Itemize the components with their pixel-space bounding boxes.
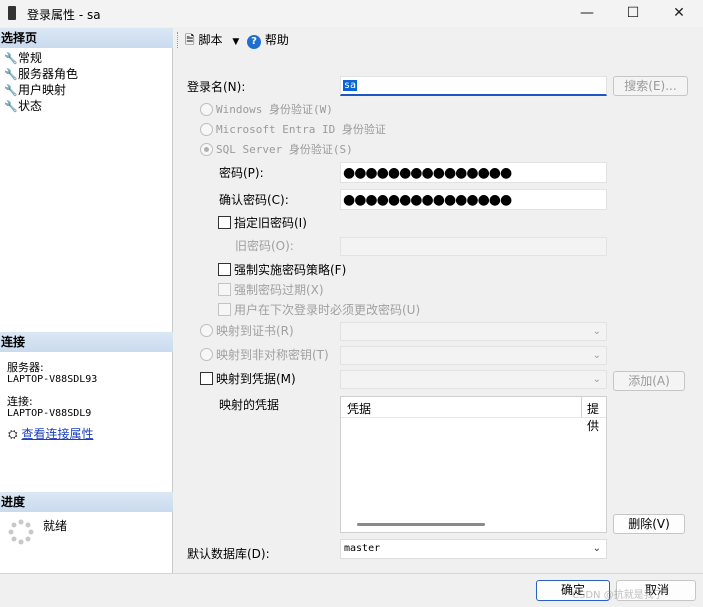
grid-header: 凭据 提供 <box>341 397 606 433</box>
connection-properties-icon: ⛭ <box>8 427 18 441</box>
mapped-credentials-label: 映射的凭据 <box>219 398 280 412</box>
sql-auth-label: SQL Server 身份验证(S) <box>216 143 353 156</box>
enforce-expiration-label: 强制密码过期(X) <box>234 283 324 297</box>
default-database-label: 默认数据库(D): <box>187 547 270 561</box>
chevron-down-icon: ⌄ <box>592 374 601 385</box>
title-bar: 登录属性 - sa — ☐ ✕ <box>0 0 703 27</box>
view-connection-properties[interactable]: ⛭ 查看连接属性 <box>8 428 93 440</box>
search-button[interactable]: 搜索(E)... <box>613 76 688 96</box>
windows-auth-radio[interactable] <box>200 103 213 116</box>
confirm-password-label: 确认密码(C): <box>219 193 289 207</box>
old-password-input[interactable] <box>340 237 607 256</box>
server-value: LAPTOP-V88SDL93 <box>7 374 98 385</box>
map-certificate-radio[interactable] <box>200 324 213 337</box>
entra-auth-label: Microsoft Entra ID 身份验证 <box>216 123 386 136</box>
progress-spinner-icon <box>8 519 34 545</box>
windows-auth-label: Windows 身份验证(W) <box>216 103 333 116</box>
wrench-icon: 🔧 <box>4 84 18 97</box>
toolbar: 🗎 脚本 ▼ ? 帮助 <box>173 28 703 52</box>
wrench-icon: 🔧 <box>4 68 18 81</box>
page-item-user-mapping[interactable]: 🔧用户映射 <box>4 82 66 98</box>
specify-old-password-label: 指定旧密码(I) <box>234 216 307 230</box>
help-button[interactable]: ? 帮助 <box>247 32 289 49</box>
column-divider <box>581 397 582 417</box>
connection-heading: 连接 <box>0 332 173 352</box>
map-asymmetric-key-radio[interactable] <box>200 348 213 361</box>
confirm-password-value: ●●●●●●●●●●●●●●● <box>343 192 512 208</box>
credential-select[interactable]: ⌄ <box>340 370 607 389</box>
enforce-policy-checkbox[interactable] <box>218 263 231 276</box>
column-header-credential[interactable]: 凭据 <box>347 400 371 417</box>
page-item-label: 服务器角色 <box>18 67 79 81</box>
must-change-checkbox[interactable] <box>218 303 231 316</box>
page-item-server-roles[interactable]: 🔧服务器角色 <box>4 66 78 82</box>
toolbar-grip <box>177 32 181 48</box>
page-item-status[interactable]: 🔧状态 <box>4 98 42 114</box>
help-icon: ? <box>247 35 261 49</box>
delete-credential-button[interactable]: 删除(V) <box>613 514 685 534</box>
login-name-label: 登录名(N): <box>187 80 246 94</box>
page-item-label: 常规 <box>18 51 43 65</box>
map-credential-checkbox[interactable] <box>200 372 213 385</box>
progress-status: 就绪 <box>43 519 68 533</box>
mapped-credentials-grid[interactable]: 凭据 提供 <box>340 396 607 533</box>
default-database-value: master <box>344 543 381 554</box>
map-certificate-label: 映射到证书(R) <box>216 324 294 338</box>
wrench-icon: 🔧 <box>4 100 18 113</box>
asymmetric-key-select[interactable]: ⌄ <box>340 346 607 365</box>
login-name-value: sa <box>343 80 358 91</box>
enforce-expiration-checkbox[interactable] <box>218 283 231 296</box>
select-page-heading: 选择页 <box>0 28 173 48</box>
password-label: 密码(P): <box>219 166 264 180</box>
watermark: CSDN @抗就是我了 <box>572 590 664 601</box>
close-button[interactable]: ✕ <box>656 0 702 27</box>
chevron-down-icon: ⌄ <box>592 543 601 554</box>
maximize-button[interactable]: ☐ <box>610 0 656 27</box>
wrench-icon: 🔧 <box>4 52 18 65</box>
page-item-label: 用户映射 <box>18 83 67 97</box>
add-credential-button[interactable]: 添加(A) <box>613 371 685 391</box>
horizontal-scrollbar[interactable] <box>357 523 485 526</box>
footer-divider <box>0 573 703 574</box>
specify-old-password-checkbox[interactable] <box>218 216 231 229</box>
confirm-password-input[interactable]: ●●●●●●●●●●●●●●● <box>340 189 607 210</box>
view-connection-link[interactable]: 查看连接属性 <box>21 427 93 441</box>
enforce-policy-label: 强制实施密码策略(F) <box>234 263 347 277</box>
progress-heading: 进度 <box>0 492 173 512</box>
login-name-input[interactable]: sa <box>340 76 607 96</box>
help-label: 帮助 <box>264 33 289 47</box>
minimize-button[interactable]: — <box>564 0 610 27</box>
certificate-select[interactable]: ⌄ <box>340 322 607 341</box>
script-label: 脚本 <box>198 33 223 47</box>
chevron-down-icon: ⌄ <box>592 350 601 361</box>
default-database-select[interactable]: master ⌄ <box>340 539 607 559</box>
password-value: ●●●●●●●●●●●●●●● <box>343 165 512 181</box>
must-change-label: 用户在下次登录时必须更改密码(U) <box>234 303 421 317</box>
entra-auth-radio[interactable] <box>200 123 213 136</box>
script-button[interactable]: 🗎 脚本 ▼ <box>185 32 239 48</box>
chevron-down-icon: ⌄ <box>592 326 601 337</box>
old-password-label: 旧密码(O): <box>235 239 294 253</box>
chevron-down-icon[interactable]: ▼ <box>232 37 239 47</box>
left-pane: 选择页 🔧常规 🔧服务器角色 🔧用户映射 🔧状态 连接 服务器: LAPTOP-… <box>0 28 173 573</box>
window-title: 登录属性 - sa <box>27 8 101 22</box>
server-label: 服务器: <box>7 361 44 374</box>
script-icon: 🗎 <box>185 33 195 47</box>
map-credential-label: 映射到凭据(M) <box>216 372 296 386</box>
connection-value: LAPTOP-V88SDL9 <box>7 408 92 419</box>
password-input[interactable]: ●●●●●●●●●●●●●●● <box>340 162 607 183</box>
sql-auth-radio[interactable] <box>200 143 213 156</box>
app-icon <box>8 6 16 20</box>
map-asymmetric-key-label: 映射到非对称密钥(T) <box>216 348 329 362</box>
page-item-label: 状态 <box>18 99 43 113</box>
page-item-general[interactable]: 🔧常规 <box>4 50 42 66</box>
connection-label: 连接: <box>7 395 33 408</box>
column-header-provider[interactable]: 提供 <box>587 400 606 434</box>
